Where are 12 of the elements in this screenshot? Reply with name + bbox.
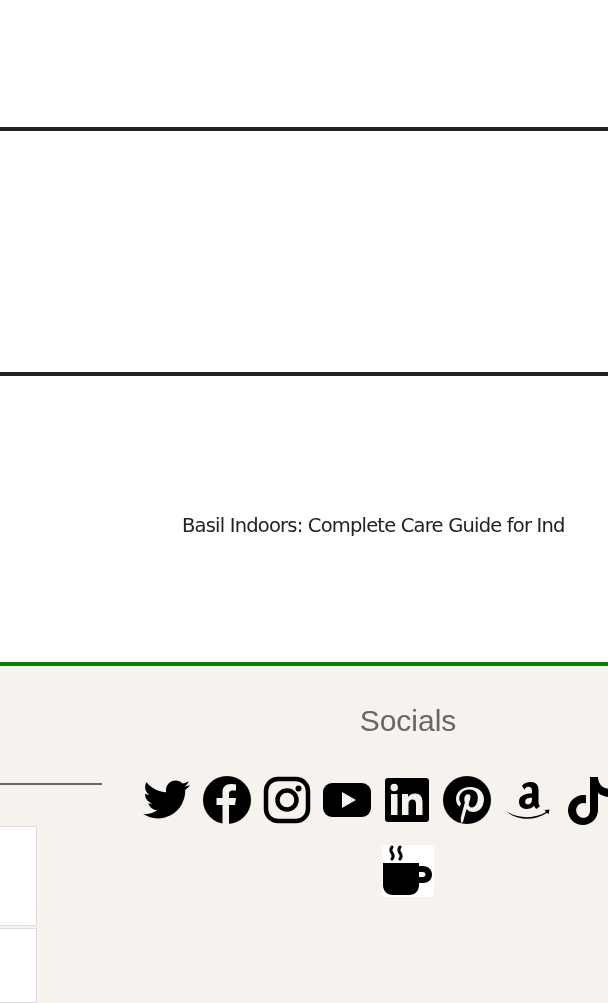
instagram-icon (262, 775, 312, 825)
linkedin-link[interactable] (382, 775, 432, 825)
coffee-cup-link[interactable] (382, 845, 434, 897)
instagram-link[interactable] (262, 775, 312, 825)
article-link[interactable]: Basil Indoors: Complete Care Guide for Ind (182, 514, 565, 537)
facebook-icon (202, 775, 252, 825)
socials-heading: Socials (359, 703, 457, 739)
coffee-cup-icon (382, 845, 434, 897)
pinterest-icon (442, 775, 492, 825)
pinterest-link[interactable] (442, 775, 492, 825)
facebook-link[interactable] (202, 775, 252, 825)
linkedin-icon (382, 775, 432, 825)
